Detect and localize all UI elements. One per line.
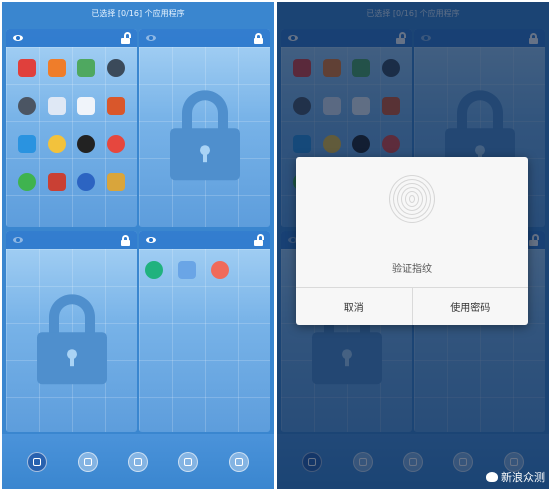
dialog-title: 验证指纹 bbox=[392, 264, 432, 275]
eye-icon[interactable] bbox=[13, 237, 23, 243]
check-icon[interactable] bbox=[178, 451, 199, 472]
app-icon[interactable] bbox=[77, 135, 96, 153]
app-icon[interactable] bbox=[77, 59, 96, 77]
use-password-button[interactable]: 使用密码 bbox=[411, 288, 529, 325]
app-icon[interactable] bbox=[47, 173, 66, 191]
app-icon[interactable] bbox=[178, 261, 196, 279]
cancel-button[interactable]: 取消 bbox=[296, 288, 412, 325]
app-icon[interactable] bbox=[77, 173, 96, 191]
lock-icon[interactable] bbox=[254, 32, 263, 44]
padlock-icon bbox=[169, 90, 240, 181]
sort-icon[interactable] bbox=[77, 451, 98, 472]
app-icon[interactable] bbox=[107, 59, 126, 77]
app-icon[interactable] bbox=[17, 97, 36, 115]
menu-icon[interactable] bbox=[228, 451, 249, 472]
app-icon[interactable] bbox=[17, 135, 36, 153]
app-icon[interactable] bbox=[17, 59, 36, 77]
panel-header bbox=[6, 29, 137, 47]
dialog-actions: 取消 使用密码 bbox=[296, 287, 528, 325]
app-icon[interactable] bbox=[145, 261, 163, 279]
app-icon[interactable] bbox=[107, 173, 126, 191]
panel-top-right[interactable] bbox=[139, 29, 270, 227]
fingerprint-dialog: 验证指纹 取消 使用密码 bbox=[296, 157, 528, 325]
panel-bottom-right[interactable] bbox=[139, 231, 270, 432]
watermark: 新浪众测 bbox=[486, 469, 545, 485]
app-grid bbox=[145, 261, 229, 279]
app-icon[interactable] bbox=[77, 97, 96, 115]
app-icon[interactable] bbox=[211, 261, 229, 279]
panel-top-left[interactable] bbox=[6, 29, 137, 227]
selection-count-text: 已选择 [0/16] 个应用程序 bbox=[91, 8, 185, 18]
bottom-dock bbox=[2, 434, 274, 489]
app-icon[interactable] bbox=[47, 135, 66, 153]
status-bar: 已选择 [0/16] 个应用程序 bbox=[2, 2, 274, 24]
panel-header bbox=[139, 29, 270, 47]
app-grid bbox=[12, 59, 131, 191]
theme-icon[interactable] bbox=[127, 451, 148, 472]
padlock-icon bbox=[36, 293, 107, 384]
panel-bottom-left[interactable] bbox=[6, 231, 137, 432]
app-icon[interactable] bbox=[107, 97, 126, 115]
panel-header bbox=[6, 231, 137, 249]
app-icon[interactable] bbox=[107, 135, 126, 153]
app-icon[interactable] bbox=[47, 59, 66, 77]
app-icon[interactable] bbox=[17, 173, 36, 191]
lock-icon[interactable] bbox=[121, 234, 130, 246]
panel-header bbox=[139, 231, 270, 249]
settings-icon[interactable] bbox=[27, 451, 48, 472]
logo-icon bbox=[486, 472, 498, 482]
unlock-icon[interactable] bbox=[121, 31, 131, 44]
eye-icon[interactable] bbox=[146, 237, 156, 243]
eye-icon[interactable] bbox=[146, 35, 156, 41]
eye-icon[interactable] bbox=[13, 35, 23, 41]
fingerprint-verify-screen: 已选择 [0/16] 个应用程序 bbox=[277, 2, 549, 489]
app-icon[interactable] bbox=[47, 97, 66, 115]
fingerprint-icon bbox=[388, 174, 436, 224]
app-lock-screen: 已选择 [0/16] 个应用程序 bbox=[2, 2, 274, 489]
screenshot-frame: 已选择 [0/16] 个应用程序 验证指纹 取消 使用密码 新浪众测 bbox=[0, 0, 552, 491]
unlock-icon[interactable] bbox=[254, 233, 264, 246]
watermark-text: 新浪众测 bbox=[501, 471, 545, 484]
